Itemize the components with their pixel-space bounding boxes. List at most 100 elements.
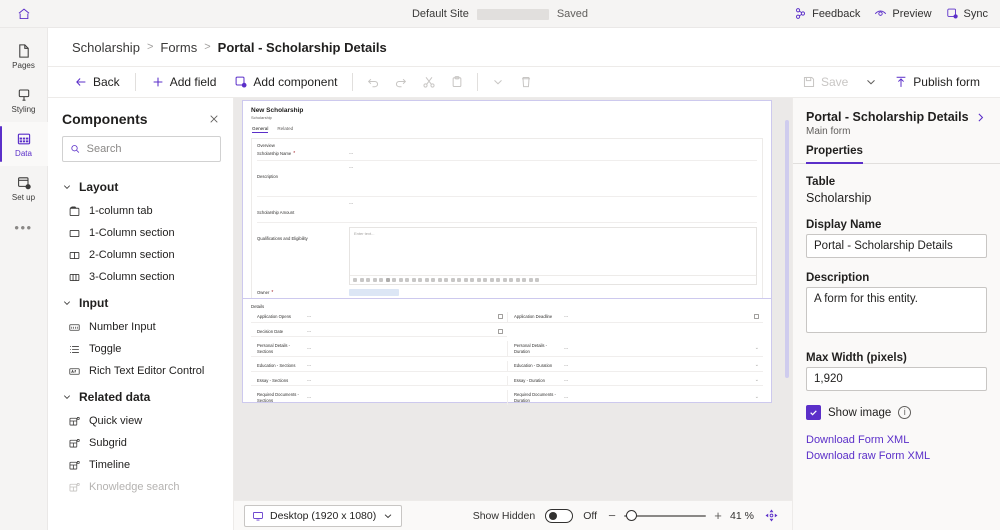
- rte-align-justify-icon[interactable]: [470, 278, 474, 282]
- publish-form-button[interactable]: Publish form: [886, 69, 988, 95]
- breadcrumb-item-scholarship[interactable]: Scholarship: [72, 40, 140, 55]
- rte-table-icon[interactable]: [503, 278, 507, 282]
- canvas-scroll[interactable]: New Scholarship Scholarship General Rela…: [234, 98, 792, 500]
- zoom-slider[interactable]: [624, 509, 706, 523]
- details-preview-card[interactable]: Details Application Opens ---: [242, 298, 772, 403]
- rte-font-chevron-icon[interactable]: [366, 278, 370, 282]
- rte-outdent-icon[interactable]: [431, 278, 435, 282]
- calendar-icon[interactable]: [498, 329, 503, 334]
- group-header-input[interactable]: Input: [48, 288, 233, 316]
- chevron-down-icon[interactable]: ⌄: [755, 346, 759, 351]
- show-image-checkbox[interactable]: [806, 405, 821, 420]
- cut-button[interactable]: [416, 69, 442, 95]
- component-item-number-input[interactable]: Number Input: [48, 316, 233, 338]
- component-item-quick-view[interactable]: Quick view: [48, 410, 233, 432]
- rte-link-icon[interactable]: [483, 278, 487, 282]
- fit-to-screen-icon[interactable]: [765, 509, 778, 522]
- field-row-required-documents-duration[interactable]: Required Documents - Duration --- ⌄: [507, 390, 763, 405]
- more-commands-button[interactable]: [485, 69, 511, 95]
- rte-bold-icon[interactable]: [386, 278, 390, 282]
- component-item-subgrid[interactable]: Subgrid: [48, 432, 233, 454]
- rte-format-painter-icon[interactable]: [353, 278, 357, 282]
- zoom-out-button[interactable]: −: [607, 511, 617, 521]
- field-row-education-duration[interactable]: Education - Duration --- ⌄: [507, 361, 763, 372]
- description-textarea[interactable]: [806, 287, 987, 333]
- form-tab-general[interactable]: General: [252, 126, 268, 133]
- field-row-essay-sections[interactable]: Essay - Sections ---: [251, 376, 507, 387]
- field-row-application-deadline[interactable]: Application Deadline ---: [507, 312, 763, 323]
- sync-button[interactable]: Sync: [946, 7, 988, 20]
- sidebar-item-setup[interactable]: Set up: [0, 166, 48, 210]
- field-row-personal-details-duration[interactable]: Personal Details - Duration --- ⌄: [507, 341, 763, 357]
- group-header-layout[interactable]: Layout: [48, 172, 233, 200]
- save-options-button[interactable]: [858, 69, 884, 95]
- rte-font-size-select[interactable]: [373, 278, 377, 282]
- rte-align-left-icon[interactable]: [451, 278, 455, 282]
- field-row-description[interactable]: Description ---: [257, 165, 757, 197]
- undo-button[interactable]: [360, 69, 386, 95]
- rte-highlight-icon[interactable]: [405, 278, 409, 282]
- chevron-down-icon[interactable]: ⌄: [755, 363, 759, 368]
- rte-numbered-list-icon[interactable]: [425, 278, 429, 282]
- rte-image-icon[interactable]: [496, 278, 500, 282]
- field-row-application-opens[interactable]: Application Opens ---: [251, 312, 507, 323]
- rte-italic-icon[interactable]: [392, 278, 396, 282]
- field-row-qualifications[interactable]: Qualifications and Eligibility Enter tex…: [257, 227, 757, 285]
- sidebar-item-pages[interactable]: Pages: [0, 34, 48, 78]
- rte-horizontal-rule-icon[interactable]: [490, 278, 494, 282]
- close-components-button[interactable]: [205, 110, 223, 128]
- rte-undo-icon[interactable]: [516, 278, 520, 282]
- rte-align-right-icon[interactable]: [464, 278, 468, 282]
- rte-redo-icon[interactable]: [522, 278, 526, 282]
- show-hidden-toggle[interactable]: [545, 509, 573, 523]
- rte-size-chevron-icon[interactable]: [379, 278, 383, 282]
- canvas-vertical-scrollbar[interactable]: [785, 120, 789, 378]
- component-item-1-column-section[interactable]: 1-Column section: [48, 222, 233, 244]
- rte-font-family-select[interactable]: [360, 278, 364, 282]
- max-width-input[interactable]: [806, 367, 987, 391]
- chevron-down-icon[interactable]: ⌄: [755, 395, 759, 400]
- rte-quote-icon[interactable]: [477, 278, 481, 282]
- component-item-timeline[interactable]: Timeline: [48, 454, 233, 476]
- sidebar-item-styling[interactable]: Styling: [0, 78, 48, 122]
- component-item-rich-text-editor[interactable]: Rich Text Editor Control: [48, 360, 233, 382]
- rte-toolbar[interactable]: [350, 275, 756, 284]
- feedback-button[interactable]: Feedback: [794, 7, 860, 20]
- zoom-in-button[interactable]: +: [713, 511, 723, 521]
- add-field-button[interactable]: Add field: [143, 69, 225, 95]
- rte-fullscreen-icon[interactable]: [529, 278, 533, 282]
- field-row-education-sections[interactable]: Education - Sections ---: [251, 361, 507, 372]
- preview-button[interactable]: Preview: [874, 7, 931, 20]
- paste-button[interactable]: [444, 69, 470, 95]
- sidebar-more-button[interactable]: •••: [0, 210, 48, 244]
- download-raw-form-xml-link[interactable]: Download raw Form XML: [806, 450, 987, 462]
- expand-properties-button[interactable]: [972, 109, 988, 125]
- owner-value-redacted[interactable]: [349, 289, 399, 296]
- component-item-toggle[interactable]: Toggle: [48, 338, 233, 360]
- add-component-button[interactable]: Add component: [226, 69, 345, 95]
- tab-properties[interactable]: Properties: [806, 145, 863, 163]
- download-form-xml-link[interactable]: Download Form XML: [806, 434, 987, 446]
- save-button[interactable]: Save: [794, 69, 856, 95]
- form-tab-related[interactable]: Related: [277, 126, 293, 133]
- component-item-1-column-tab[interactable]: 1-column tab: [48, 200, 233, 222]
- breadcrumb-item-forms[interactable]: Forms: [160, 40, 197, 55]
- zoom-slider-thumb[interactable]: [626, 510, 637, 521]
- redo-button[interactable]: [388, 69, 414, 95]
- rte-font-color-icon[interactable]: [412, 278, 416, 282]
- rte-superscript-icon[interactable]: [509, 278, 513, 282]
- rte-bullet-list-icon[interactable]: [418, 278, 422, 282]
- rte-indent-icon[interactable]: [438, 278, 442, 282]
- component-item-3-column-section[interactable]: 3-Column section: [48, 266, 233, 288]
- display-name-input[interactable]: [806, 234, 987, 258]
- delete-button[interactable]: [513, 69, 539, 95]
- home-button[interactable]: [0, 0, 48, 28]
- field-row-owner[interactable]: Owner *: [257, 289, 757, 296]
- rte-align-center-icon[interactable]: [457, 278, 461, 282]
- chevron-down-icon[interactable]: ⌄: [755, 378, 759, 383]
- calendar-icon[interactable]: [498, 314, 503, 319]
- field-row-decision-date[interactable]: Decision Date ---: [251, 327, 507, 338]
- back-button[interactable]: Back: [66, 69, 128, 95]
- sidebar-item-data[interactable]: Data: [0, 122, 48, 166]
- rte-more-icon[interactable]: [535, 278, 539, 282]
